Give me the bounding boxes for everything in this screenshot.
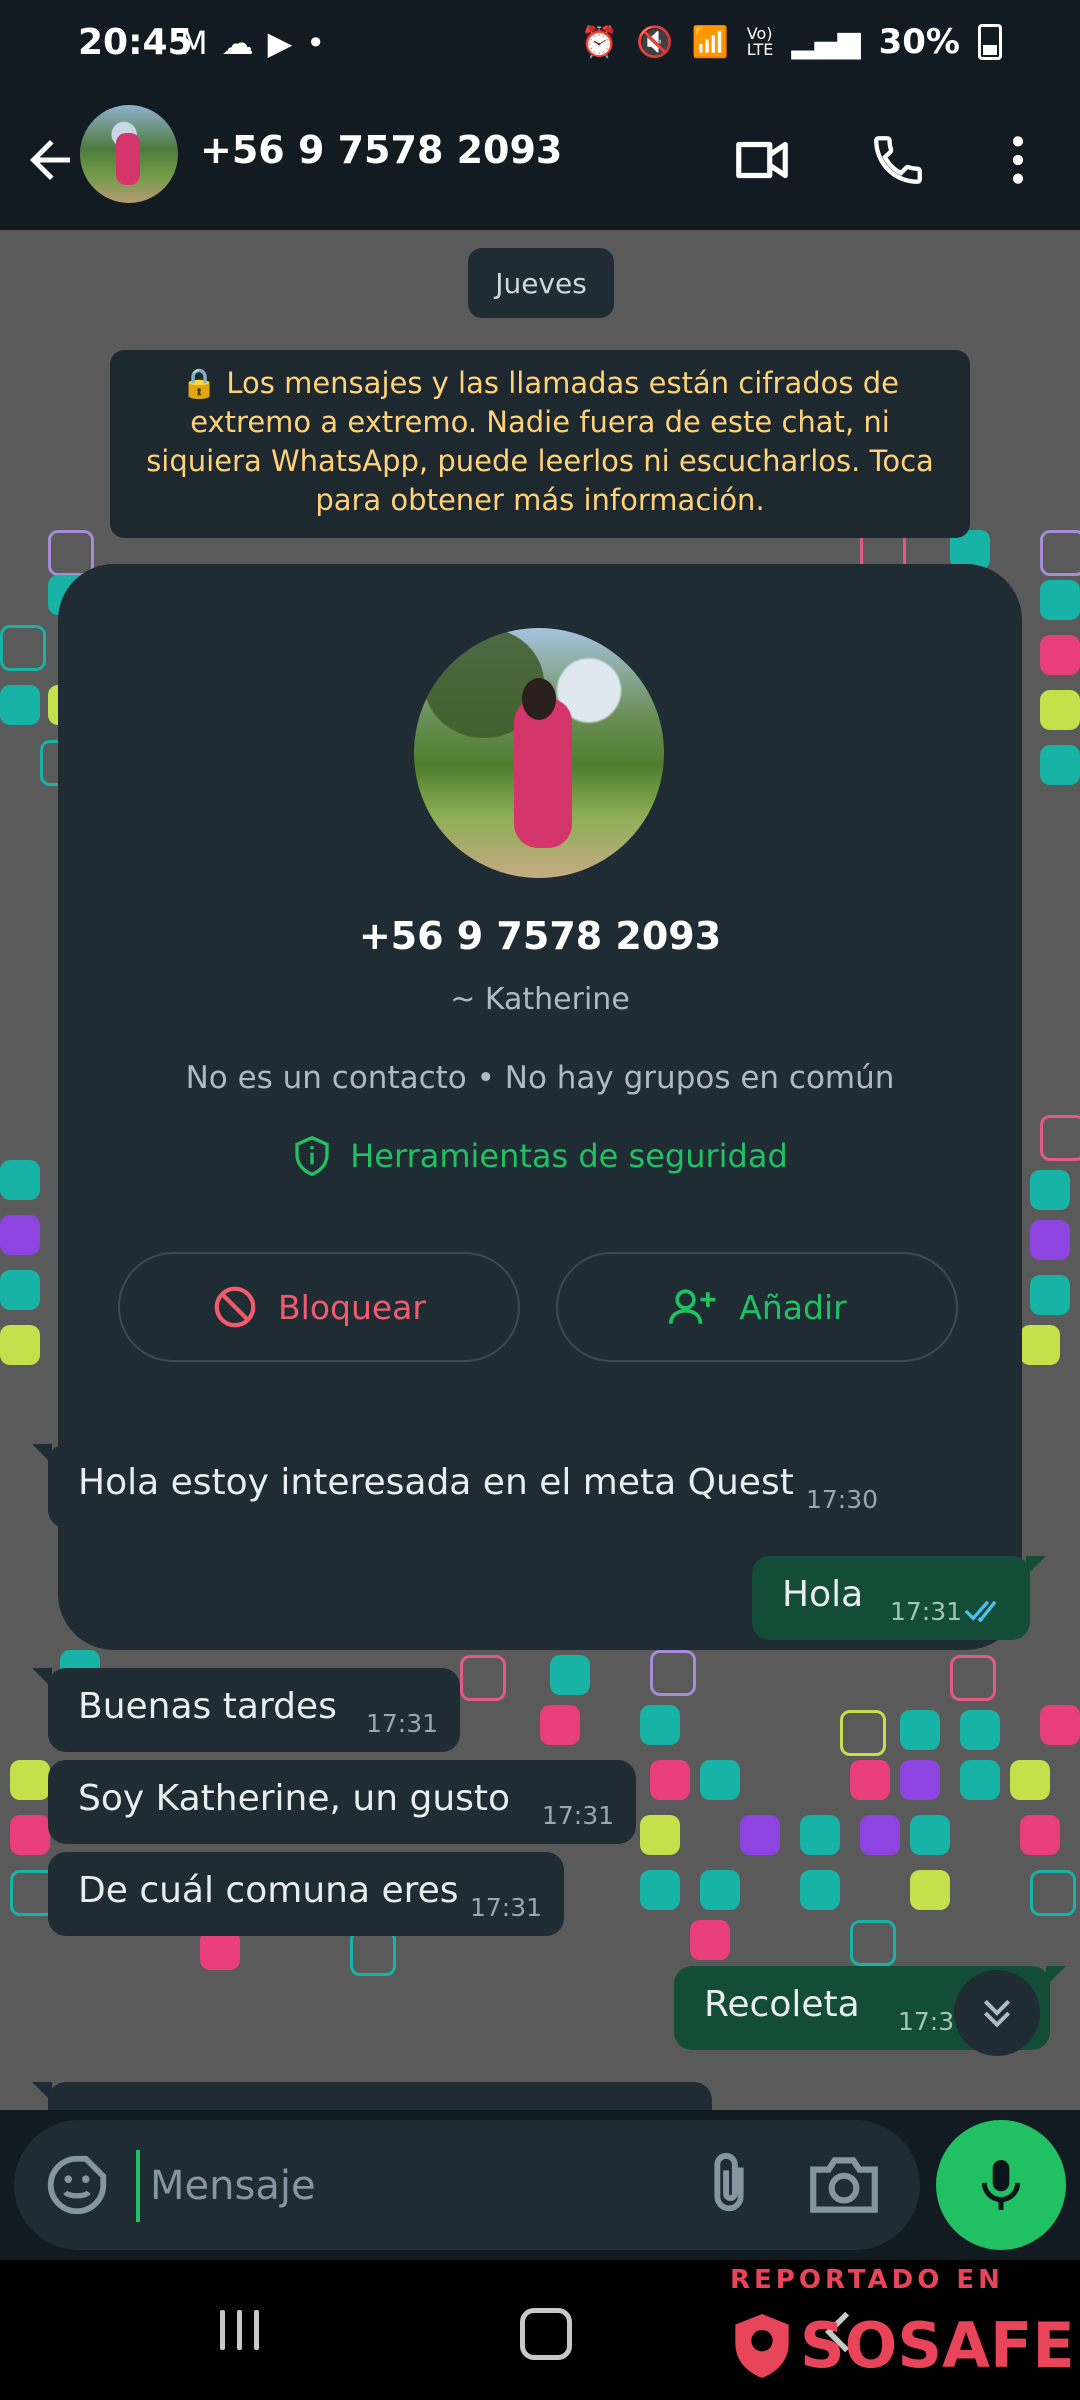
card-phone: +56 9 7578 2093 [358, 914, 722, 958]
sosafe-shield-logo-icon [735, 2313, 789, 2378]
contact-avatar[interactable] [80, 105, 178, 203]
video-call-icon[interactable] [722, 120, 802, 200]
mute-icon: 🔇 [636, 24, 674, 60]
message-text: Hola estoy interesada en el meta Quest [78, 1462, 794, 1503]
status-right: ⏰ 🔇 📶 Vo) LTE ▂▄▆ 30% [581, 22, 1002, 62]
alarm-icon: ⏰ [580, 24, 619, 60]
message-incoming-partial[interactable] [32, 2082, 712, 2110]
block-icon [214, 1286, 256, 1328]
youtube-icon: ▶ [267, 24, 293, 62]
add-person-icon [669, 1289, 716, 1324]
shield-info-icon [295, 1135, 329, 1177]
status-time: 20:45 [78, 22, 193, 63]
home-icon[interactable] [520, 2308, 572, 2360]
contact-profile-photo[interactable] [414, 628, 664, 878]
message-incoming[interactable]: De cuál comuna eres 17:31 [48, 1852, 564, 1936]
composer [14, 2120, 920, 2250]
message-outgoing[interactable]: Hola 17:31 [752, 1556, 1046, 1640]
camera-icon[interactable] [804, 2150, 884, 2220]
composer-bar [0, 2110, 1080, 2260]
encryption-notice[interactable]: 🔒 Los mensajes y las llamadas están cifr… [110, 350, 970, 538]
safety-tools-label: Herramientas de seguridad [350, 1137, 788, 1175]
wifi-icon: 📶 [691, 24, 729, 60]
message-time: 17:30 [805, 1485, 878, 1514]
status-bar: 20:45 M ☁ ▶ • ⏰ 🔇 📶 Vo) LTE ▂▄▆ 30% [0, 0, 1080, 90]
safety-tools-link[interactable]: Herramientas de seguridad [58, 1134, 1022, 1178]
double-check-read-icon [964, 1600, 997, 1622]
message-time: 17:31 [365, 1709, 438, 1738]
message-text: Buenas tardes [78, 1686, 337, 1727]
message-time: 17:31 [541, 1801, 614, 1830]
voice-call-icon[interactable] [858, 120, 938, 200]
message-incoming[interactable]: Buenas tardes 17:31 [32, 1668, 460, 1752]
contact-title[interactable]: +56 9 7578 2093 [200, 128, 562, 172]
watermark-brand: SOSAFE [730, 2309, 1075, 2382]
message-text: Soy Katherine, un gusto [78, 1778, 511, 1819]
back-arrow-icon[interactable] [20, 130, 80, 190]
block-label: Bloquear [278, 1287, 426, 1327]
recent-apps-icon[interactable] [220, 2310, 259, 2350]
cloud-icon: ☁ [221, 24, 254, 62]
gmail-icon: M [180, 24, 208, 62]
message-text: Recoleta [704, 1984, 860, 2025]
volte-icon: Vo) LTE [746, 24, 774, 59]
message-incoming[interactable]: Soy Katherine, un gusto 17:31 [48, 1760, 636, 1844]
add-contact-button[interactable]: Añadir [556, 1252, 958, 1362]
battery-icon [978, 24, 1002, 60]
message-text: Hola [782, 1574, 864, 1615]
message-time: 17:31 [469, 1893, 542, 1922]
watermark-caption: REPORTADO EN [730, 2265, 1004, 2295]
card-contact-info: No es un contacto • No hay grupos en com… [185, 1060, 895, 1096]
more-options-icon[interactable] [978, 120, 1058, 200]
card-push-name: ~ Katherine [450, 982, 630, 1017]
signal-icon: ▂▄▆ [791, 24, 861, 60]
sticker-emoji-icon[interactable] [42, 2150, 112, 2220]
watermark-brand-text: SOSAFE [800, 2309, 1075, 2382]
battery-percent: 30% [878, 22, 960, 62]
scroll-to-bottom-button[interactable] [954, 1970, 1040, 2056]
microphone-icon [981, 2160, 1021, 2210]
status-notification-icons: M ☁ ▶ • [180, 24, 325, 62]
double-chevron-down-icon [983, 1999, 1011, 2028]
voice-message-button[interactable] [936, 2120, 1066, 2250]
chat-area[interactable]: Jueves 🔒 Los mensajes y las llamadas est… [0, 230, 1080, 2110]
message-time: 17:31 [889, 1597, 962, 1626]
date-chip: Jueves [468, 248, 614, 318]
message-input[interactable] [136, 2150, 692, 2222]
message-incoming[interactable]: Hola estoy interesada en el meta Quest 1… [32, 1444, 900, 1528]
dot-icon: • [306, 24, 326, 62]
add-label: Añadir [739, 1287, 847, 1327]
chat-header: +56 9 7578 2093 [0, 90, 1080, 230]
sosafe-watermark: REPORTADO EN SOSAFE [730, 2265, 1075, 2382]
block-button[interactable]: Bloquear [118, 1252, 520, 1362]
message-text: De cuál comuna eres [78, 1870, 459, 1911]
attach-paperclip-icon[interactable] [694, 2150, 764, 2220]
